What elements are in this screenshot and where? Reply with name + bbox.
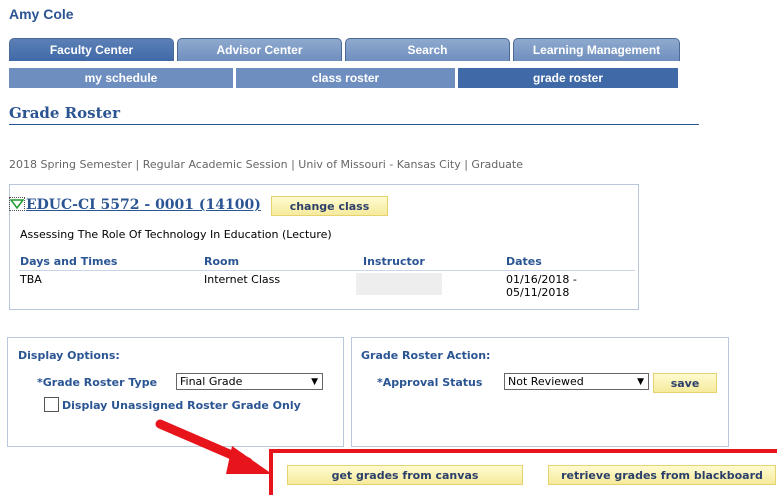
unassigned-roster-checkbox[interactable] — [44, 397, 59, 412]
instructor-redacted — [356, 273, 442, 295]
meeting-divider — [19, 270, 635, 271]
red-arrow-icon — [155, 419, 272, 474]
user-name: Amy Cole — [9, 6, 74, 22]
display-options-title: Display Options: — [18, 349, 120, 362]
tab-faculty-center[interactable]: Faculty Center — [9, 38, 174, 61]
cell-room: Internet Class — [204, 273, 281, 286]
approval-status-value: Not Reviewed — [508, 375, 584, 388]
grade-roster-type-value: Final Grade — [180, 375, 243, 388]
save-button[interactable]: save — [653, 373, 717, 393]
dates-end: 05/11/2018 — [506, 286, 570, 299]
session-info: 2018 Spring Semester | Regular Academic … — [9, 158, 523, 171]
grade-roster-type-select[interactable]: Final Grade ▼ — [176, 373, 323, 390]
chevron-down-icon: ▼ — [637, 377, 644, 387]
unassigned-roster-label: Display Unassigned Roster Grade Only — [62, 399, 301, 412]
subtab-my-schedule[interactable]: my schedule — [9, 68, 233, 88]
grade-roster-action-title: Grade Roster Action: — [361, 349, 491, 362]
approval-status-label: *Approval Status — [377, 376, 483, 389]
header-room: Room — [204, 255, 240, 268]
approval-status-select[interactable]: Not Reviewed ▼ — [504, 373, 649, 390]
dates-start: 01/16/2018 - — [506, 273, 577, 286]
title-divider — [9, 124, 699, 125]
tab-search[interactable]: Search — [345, 38, 510, 61]
tab-advisor-center[interactable]: Advisor Center — [177, 38, 342, 61]
header-dates: Dates — [506, 255, 542, 268]
subtab-class-roster[interactable]: class roster — [236, 68, 455, 88]
grade-roster-type-label: *Grade Roster Type — [37, 376, 158, 389]
page-title: Grade Roster — [9, 104, 120, 122]
retrieve-grades-blackboard-button[interactable]: retrieve grades from blackboard — [548, 465, 776, 485]
change-class-button[interactable]: change class — [271, 196, 388, 216]
header-instructor: Instructor — [363, 255, 425, 268]
class-code-link[interactable]: EDUC-CI 5572 - 0001 (14100) — [26, 197, 261, 213]
cell-days: TBA — [20, 273, 42, 286]
collapse-toggle[interactable] — [9, 197, 25, 211]
class-description: Assessing The Role Of Technology In Educ… — [20, 228, 332, 241]
get-grades-canvas-button[interactable]: get grades from canvas — [287, 465, 523, 485]
triangle-down-icon — [10, 199, 24, 210]
subtab-grade-roster[interactable]: grade roster — [458, 68, 678, 88]
header-days-times: Days and Times — [20, 255, 118, 268]
chevron-down-icon: ▼ — [311, 377, 318, 387]
tab-learning-management[interactable]: Learning Management — [513, 38, 680, 61]
cell-dates: 01/16/2018 - 05/11/2018 — [506, 273, 577, 299]
